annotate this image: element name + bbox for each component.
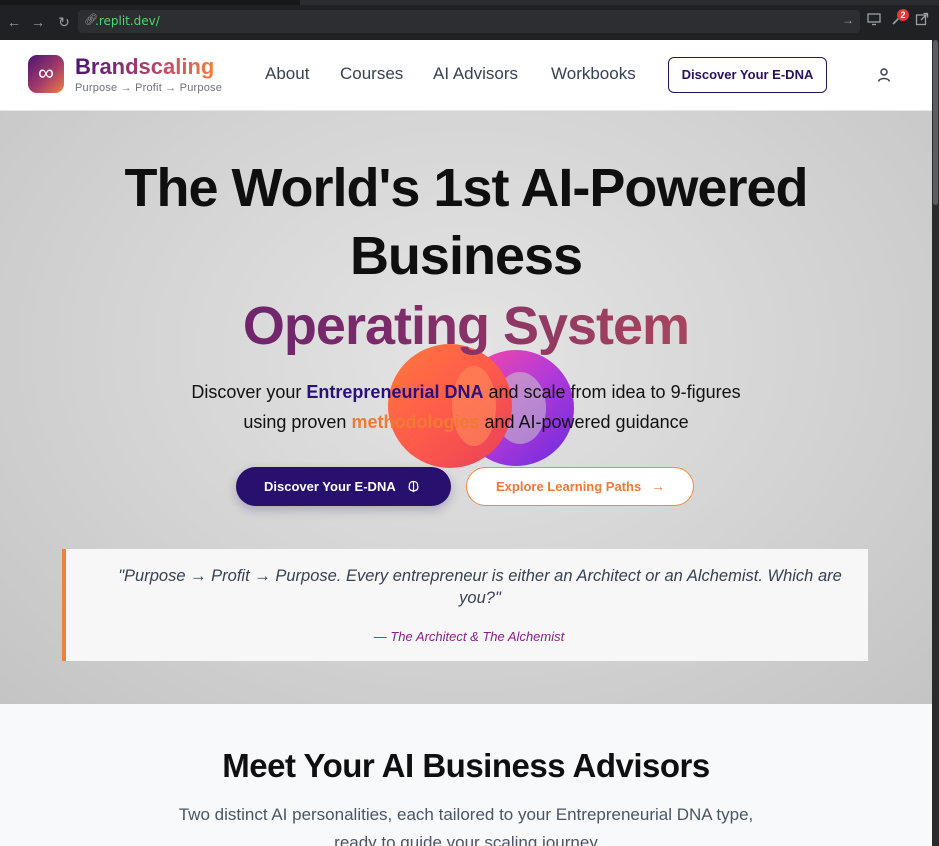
back-icon[interactable]: ←	[4, 12, 24, 32]
brand-name[interactable]: Brandscaling	[75, 54, 214, 80]
site-header: ∞ Brandscaling Purpose → Profit → Purpos…	[0, 40, 932, 111]
advisors-section: Meet Your AI Business Advisors Two disti…	[0, 704, 932, 846]
quote-attribution: — The Architect & The Alchemist	[373, 629, 565, 644]
hero-section: The World's 1st AI-Powered Business Oper…	[0, 111, 932, 704]
nav-ai-advisors[interactable]: AI Advisors	[433, 64, 518, 84]
hero-title-line1: The World's 1st AI-Powered	[124, 158, 809, 218]
notification-badge: 2	[897, 9, 909, 21]
url-text: .replit.dev/	[95, 14, 160, 28]
logo-infinity-icon[interactable]: ∞	[28, 55, 64, 93]
brain-icon	[407, 467, 420, 506]
hero-title-line2: Business	[349, 226, 583, 286]
go-arrow-icon[interactable]: →	[842, 13, 854, 27]
nav-workbooks[interactable]: Workbooks	[551, 64, 636, 84]
discover-edna-button[interactable]: Discover Your E-DNA	[236, 467, 451, 506]
advisors-subtitle-line1: Two distinct AI personalities, each tail…	[178, 805, 754, 824]
scrollbar-thumb[interactable]	[933, 40, 938, 205]
reload-icon[interactable]: ↻	[54, 12, 74, 32]
arrow-right-icon: →	[651, 478, 665, 494]
advisors-subtitle-line2: ready to guide your scaling journey	[334, 833, 598, 846]
explore-label: Explore Learning Paths	[496, 479, 642, 494]
advisors-title: Meet Your AI Business Advisors	[222, 747, 710, 784]
address-bar[interactable]: 🔗︎ .replit.dev/ →	[78, 10, 860, 33]
open-external-icon[interactable]	[914, 12, 930, 28]
monitor-icon[interactable]	[866, 12, 882, 28]
scrollbar[interactable]	[932, 40, 939, 846]
nav-courses[interactable]: Courses	[340, 64, 403, 84]
nav-about[interactable]: About	[265, 64, 309, 84]
browser-toolbar: ← → ↻ 🔗︎ .replit.dev/ → 2	[0, 0, 939, 40]
quote-block: "Purpose → Profit → Purpose. Every entre…	[62, 549, 868, 661]
hero-subtitle-line2: using proven methodologies and AI-powere…	[243, 412, 689, 432]
methodologies-highlight: methodologies	[351, 412, 480, 432]
entrepreneurial-dna-highlight: Entrepreneurial DNA	[306, 382, 484, 402]
tab-strip	[0, 0, 939, 5]
page-viewport: ∞ Brandscaling Purpose → Profit → Purpos…	[0, 40, 932, 846]
explore-learning-paths-button[interactable]: Explore Learning Paths →	[466, 467, 694, 506]
discover-edna-header-button[interactable]: Discover Your E-DNA	[668, 57, 827, 93]
quote-text: "Purpose → Profit → Purpose. Every entre…	[118, 567, 842, 607]
brand-tagline: Purpose → Profit → Purpose	[75, 82, 223, 94]
forward-icon[interactable]: →	[28, 12, 48, 32]
discover-edna-label: Discover Your E-DNA	[264, 479, 396, 494]
hero-title-line3: Operating System	[0, 295, 932, 357]
user-icon[interactable]	[876, 66, 892, 84]
hero-subtitle-line1: Discover your Entrepreneurial DNA and sc…	[191, 382, 741, 402]
